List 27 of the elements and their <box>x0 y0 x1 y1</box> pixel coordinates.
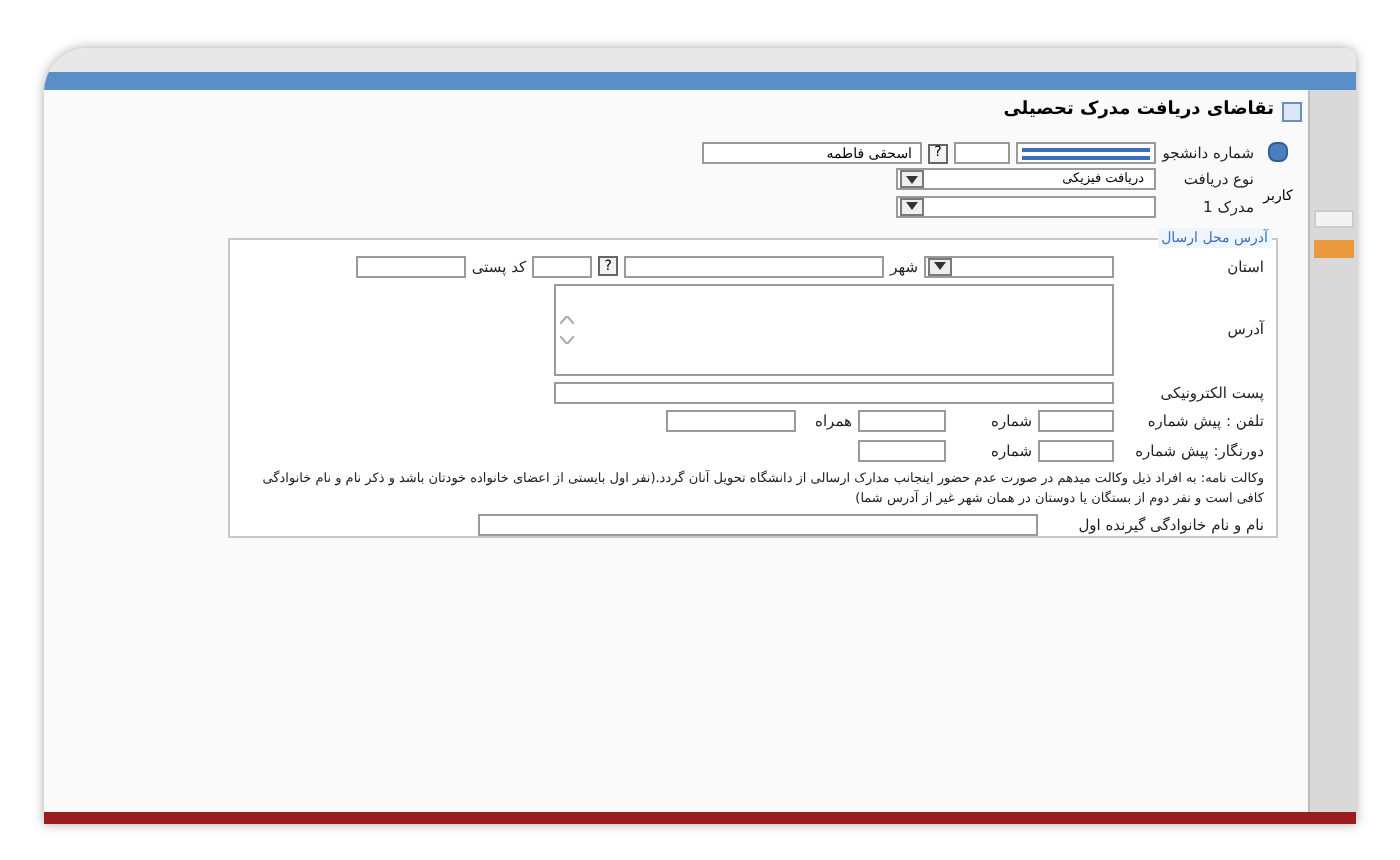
info-icon <box>1268 142 1288 162</box>
city-field[interactable] <box>624 255 885 278</box>
recipient-name-field[interactable] <box>478 513 1038 536</box>
input-field[interactable] <box>858 410 946 433</box>
form-title: تقاضای دریافت مدرک تحصیلی <box>1003 98 1274 125</box>
input-field[interactable] <box>858 439 946 462</box>
input-field[interactable] <box>954 142 1010 165</box>
caret-icon <box>906 175 918 184</box>
side-tab[interactable] <box>1313 240 1353 258</box>
dropdown-button[interactable] <box>928 257 952 276</box>
side-tab[interactable] <box>1313 210 1353 228</box>
postal-code-field[interactable] <box>355 255 466 278</box>
scroll-down-icon <box>560 336 574 344</box>
dropdown-button[interactable] <box>900 197 924 216</box>
caret-icon <box>906 202 918 211</box>
scroll-up-icon <box>560 316 574 324</box>
dropdown-button[interactable] <box>900 170 924 189</box>
student-number-field[interactable] <box>1016 142 1156 165</box>
form-icon <box>1282 102 1302 122</box>
province-select[interactable] <box>924 255 1114 278</box>
input-field[interactable] <box>1038 439 1114 462</box>
input-field[interactable] <box>532 255 593 278</box>
document-select[interactable] <box>896 195 1156 218</box>
email-field[interactable] <box>554 382 1114 405</box>
mobile-field[interactable] <box>666 410 796 433</box>
input-field[interactable] <box>1038 410 1114 433</box>
caret-icon <box>934 262 946 271</box>
